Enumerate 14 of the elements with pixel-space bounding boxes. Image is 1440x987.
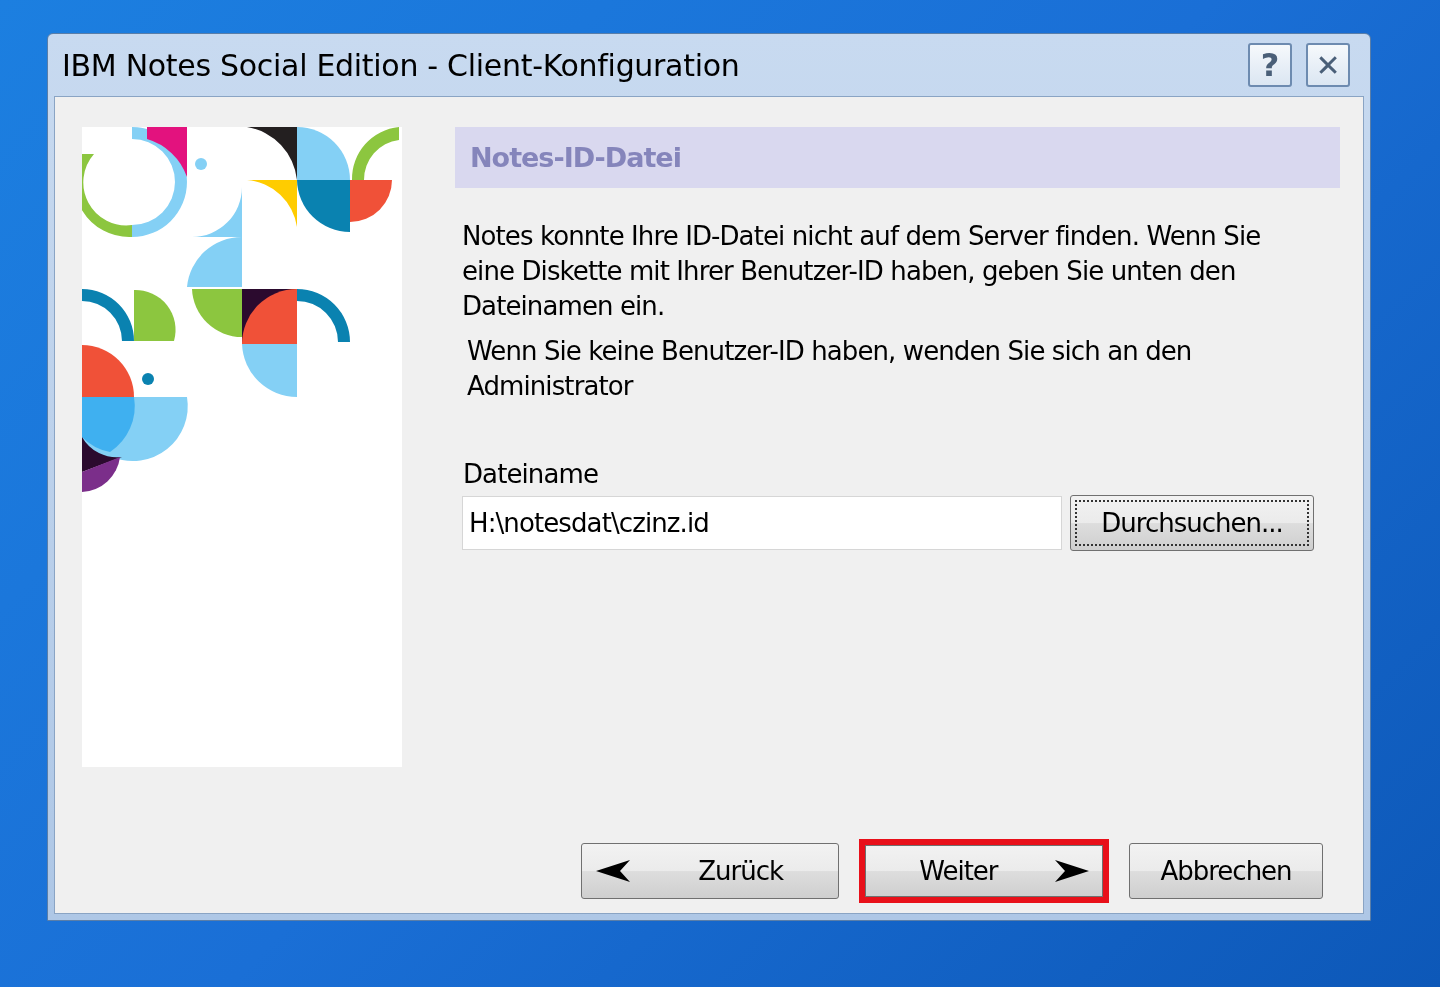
help-button[interactable]: ? (1248, 43, 1292, 87)
browse-button[interactable]: Durchsuchen... (1070, 495, 1314, 551)
next-button[interactable]: Weiter (859, 839, 1109, 903)
cancel-button[interactable]: Abbrechen (1129, 843, 1323, 899)
close-button[interactable]: ✕ (1306, 43, 1350, 87)
info-paragraph: Notes konnte Ihre ID-Datei nicht auf dem Server finden. Wenn Sie eine Diskette mit Ihrer Benutzer-ID haben, geben Sie unten den Dateinamen ein. (462, 220, 1262, 323)
info-paragraph: Wenn Sie keine Benutzer-ID haben, wenden Sie sich an den Administrator (467, 335, 1193, 403)
left-arrow-icon (596, 860, 630, 882)
right-arrow-icon (1055, 860, 1089, 882)
window-title: IBM Notes Social Edition - Client-Konfiguration (62, 47, 741, 83)
back-button[interactable]: Zurück (581, 843, 839, 899)
filename-field[interactable]: H:\notesdat\czinz.id (462, 496, 1062, 550)
section-heading: Notes-ID-Datei (455, 127, 1340, 188)
field-label: Dateiname (463, 459, 598, 489)
